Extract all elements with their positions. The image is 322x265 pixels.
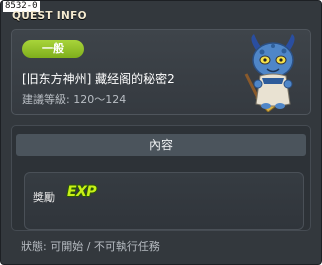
window-title: QUEST INFO <box>12 10 87 22</box>
title-bar[interactable]: QUEST INFO <box>1 10 321 28</box>
blue-horned-monster-icon <box>244 34 295 112</box>
quest-category-badge: 一般 <box>22 40 84 58</box>
quest-name: [旧东方神州] 藏经阁的秘密2 <box>22 72 175 86</box>
reward-box: 獎勵 EXP <box>24 172 304 230</box>
quest-content-panel: 內容 獎勵 EXP <box>11 125 311 231</box>
quest-info-window: 8532-0 QUEST INFO 一般 [旧东方神州] 藏经阁的秘密2 建議等… <box>0 0 322 265</box>
exp-icon: EXP <box>67 184 97 200</box>
reward-label: 獎勵 <box>33 191 55 204</box>
content-header: 內容 <box>16 134 306 156</box>
quest-status: 狀態: 可開始 / 不可執行任務 <box>21 240 160 253</box>
quest-summary-panel: 一般 [旧东方神州] 藏经阁的秘密2 建議等級: 120～124 <box>11 29 311 115</box>
recommended-level: 建議等級: 120～124 <box>22 93 127 106</box>
